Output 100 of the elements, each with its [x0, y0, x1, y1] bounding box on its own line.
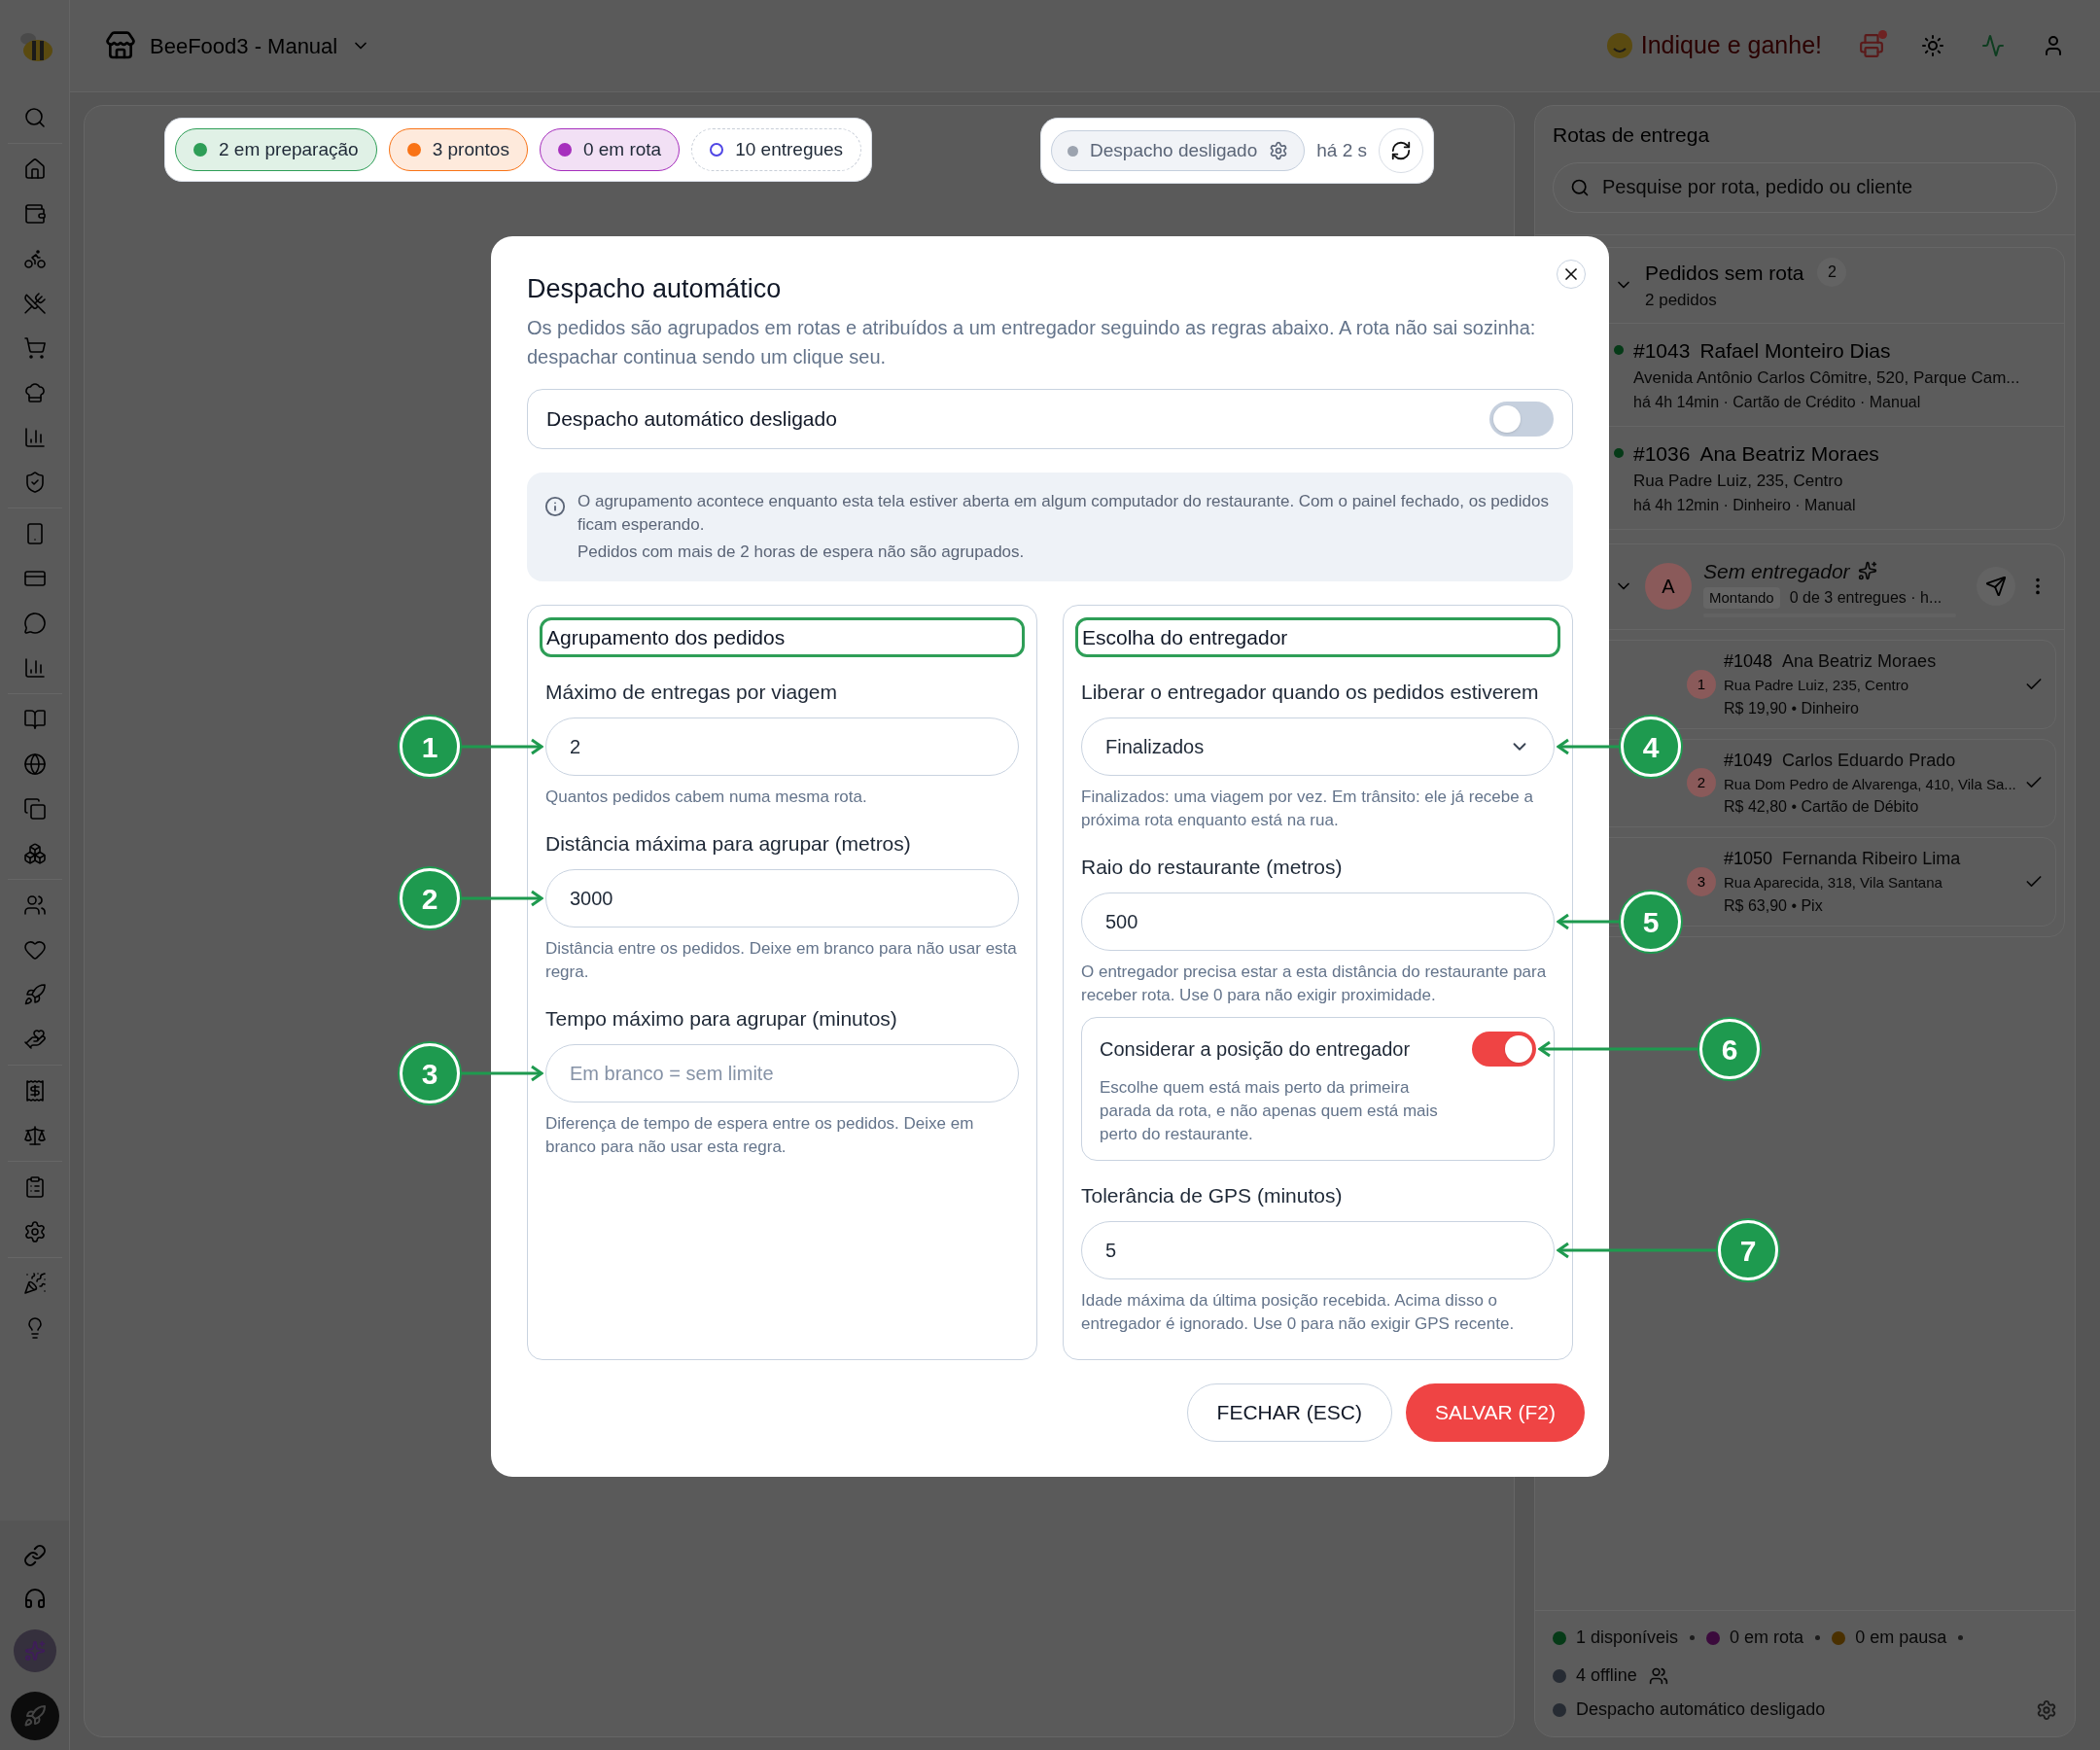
settings-icon[interactable]: [22, 1220, 47, 1243]
field-hint: Idade máxima da última posição recebida. Acima disso o entregador é ignorado. Use 0 para não exigir GPS recente.: [1081, 1290, 1516, 1335]
order-price: R$ 63,90 • Pix: [1724, 895, 1824, 916]
scale-icon[interactable]: [22, 1124, 47, 1147]
status-chip[interactable]: 2 em preparação: [175, 128, 377, 171]
stop-number: 3: [1687, 866, 1716, 896]
dialog-title: Despacho automático: [527, 273, 783, 305]
search-field[interactable]: Pesquise por rota, pedido ou cliente: [1553, 161, 2057, 213]
field-hint: Diferença de tempo de espera entre os pedidos. Deixe em branco para não usar esta regra.: [545, 1113, 975, 1158]
field-hint: Distância entre os pedidos. Deixe em branco para não usar esta regra.: [545, 938, 1018, 983]
order-meta: há 4h 12min · Dinheiro · Manual: [1633, 495, 1857, 515]
save-button[interactable]: SALVAR (F2): [1405, 1383, 1585, 1442]
legend-label: 1 disponíveis: [1576, 1627, 1679, 1649]
rocket-button[interactable]: [10, 1692, 59, 1740]
stop-number: 1: [1687, 669, 1716, 699]
order-meta: há 4h 14min · Cartão de Crédito · Manual: [1633, 392, 1922, 412]
customer-name: Ana Beatriz Moraes: [1782, 650, 1937, 673]
select-field[interactable]: Finalizados: [1081, 718, 1555, 776]
printer-icon[interactable]: [1859, 33, 1884, 58]
option-label: Considerar a posição do entregador: [1100, 1037, 1411, 1062]
order-address: Rua Padre Luiz, 235, Centro: [1724, 676, 1910, 695]
legend-label: 0 em pausa: [1855, 1627, 1947, 1649]
dialog-description: Os pedidos são agrupados em rotas e atribuídos a um entregador seguindo as regras abaixo. A rota não sai sozinha: despachar continua sendo um clique seu.: [527, 315, 1537, 369]
party-icon[interactable]: [22, 1272, 47, 1295]
sparkle-icon: [23, 1640, 46, 1662]
field-label: Tempo máximo para agrupar (minutos): [545, 1006, 898, 1032]
hand-heart-icon[interactable]: [22, 1028, 47, 1051]
text-field[interactable]: 500: [1081, 892, 1555, 951]
status-badge: Montando: [1703, 586, 1780, 610]
send-button[interactable]: [1977, 567, 2015, 607]
order-address: Rua Padre Luiz, 235, Centro: [1633, 471, 1844, 492]
settings-icon: [1269, 141, 1289, 160]
chat-icon[interactable]: [22, 612, 47, 635]
copy-icon[interactable]: [22, 797, 47, 821]
toggle-label: Despacho automático desligado: [546, 405, 837, 432]
smiley-icon: [1605, 32, 1633, 59]
search-icon[interactable]: [22, 106, 47, 129]
legend-label: 0 em rota: [1730, 1627, 1804, 1649]
group-subtitle: 2 pedidos: [1645, 290, 1718, 311]
users-icon[interactable]: [22, 893, 47, 917]
customer-name: Rafael Monteiro Dias: [1699, 337, 1891, 364]
text-field[interactable]: 3000: [545, 869, 1019, 928]
chef-hat-icon[interactable]: [22, 381, 47, 404]
field-label: Tolerância de GPS (minutos): [1081, 1183, 1344, 1208]
rocket-icon[interactable]: [22, 983, 47, 1006]
text-field[interactable]: 2: [545, 718, 1019, 776]
field-label: Máximo de entregas por viagem: [545, 680, 838, 705]
text-field[interactable]: 5: [1081, 1221, 1555, 1279]
toggle-switch[interactable]: [1472, 1032, 1536, 1067]
section-title: Agrupamento dos pedidos: [540, 616, 1025, 657]
field-hint: Finalizados: uma viagem por vez. Em trânsito: ele já recebe a próxima rota enquanto está na rua.: [1081, 787, 1534, 831]
order-address: Rua Dom Pedro de Alvarenga, 410, Vila Sa...: [1724, 774, 2016, 794]
utensils-icon[interactable]: [22, 292, 47, 315]
bar-chart-icon[interactable]: [22, 426, 47, 449]
order-address: Rua Aparecida, 318, Vila Santana: [1724, 873, 1943, 892]
order-number: #1049: [1724, 749, 1773, 772]
bar-chart-icon[interactable]: [22, 656, 47, 680]
globe-icon[interactable]: [22, 752, 47, 776]
home-icon[interactable]: [22, 158, 47, 181]
delivery-summary: 0 de 3 entregues · h...: [1789, 588, 1942, 608]
dispatch-chip[interactable]: Despacho desligado: [1051, 130, 1306, 171]
dispatch-status: Despacho automático desligado: [1576, 1698, 1826, 1721]
order-address: Avenida Antônio Carlos Cômitre, 520, Parque Cam...: [1633, 368, 2020, 389]
search-icon: [1570, 177, 1590, 197]
activity-icon[interactable]: [1981, 34, 2005, 57]
headphones-icon[interactable]: [22, 1587, 47, 1610]
order-price: R$ 19,90 • Dinheiro: [1724, 698, 1860, 718]
wallet-icon[interactable]: [22, 202, 47, 226]
link-icon[interactable]: [22, 1544, 47, 1567]
panel-title: Rotas de entrega: [1553, 122, 1711, 148]
sun-icon[interactable]: [1921, 34, 1944, 57]
toggle-switch[interactable]: [1489, 401, 1554, 437]
status-chip[interactable]: 10 entregues: [691, 128, 862, 171]
section-title: Escolha do entregador: [1075, 616, 1560, 657]
sparkle-icon: [1857, 561, 1877, 581]
callout-arrow: [1557, 912, 1621, 931]
order-number: #1048: [1724, 650, 1773, 673]
boxes-icon[interactable]: [22, 842, 47, 865]
cart-icon[interactable]: [22, 336, 47, 360]
status-chip[interactable]: 0 em rota: [539, 128, 681, 171]
info-text: O agrupamento acontece enquanto esta tela estiver aberta em algum computador do restaurante. Com o painel fechado, os pedidos ficam esperando.: [578, 490, 1550, 536]
customer-name: Ana Beatriz Moraes: [1699, 440, 1879, 467]
rocket-icon: [22, 1704, 47, 1728]
status-chip[interactable]: 3 prontos: [388, 128, 528, 171]
settings-icon[interactable]: [2036, 1698, 2057, 1721]
book-icon[interactable]: [22, 708, 47, 731]
sparkle-button[interactable]: [13, 1629, 56, 1672]
option-description: Escolhe quem está mais perto da primeira parada da rota, e não apenas quem está mais perto do restaurante.: [1100, 1077, 1439, 1145]
callout-arrow: [1557, 737, 1621, 756]
customer-name: Fernanda Ribeiro Lima: [1782, 848, 1961, 870]
send-icon: [1985, 576, 2007, 598]
bike-icon[interactable]: [22, 247, 47, 270]
info-icon: [544, 495, 566, 517]
field-label: Distância máxima para agrupar (metros): [545, 831, 912, 857]
heart-icon[interactable]: [22, 938, 47, 962]
update-time: há 2 s: [1316, 138, 1367, 162]
avatar: A: [1645, 563, 1692, 611]
refresh-icon: [1390, 140, 1412, 161]
order-price: R$ 42,80 • Cartão de Débito: [1724, 797, 1920, 817]
text-field[interactable]: Em branco = sem limite: [545, 1044, 1019, 1102]
